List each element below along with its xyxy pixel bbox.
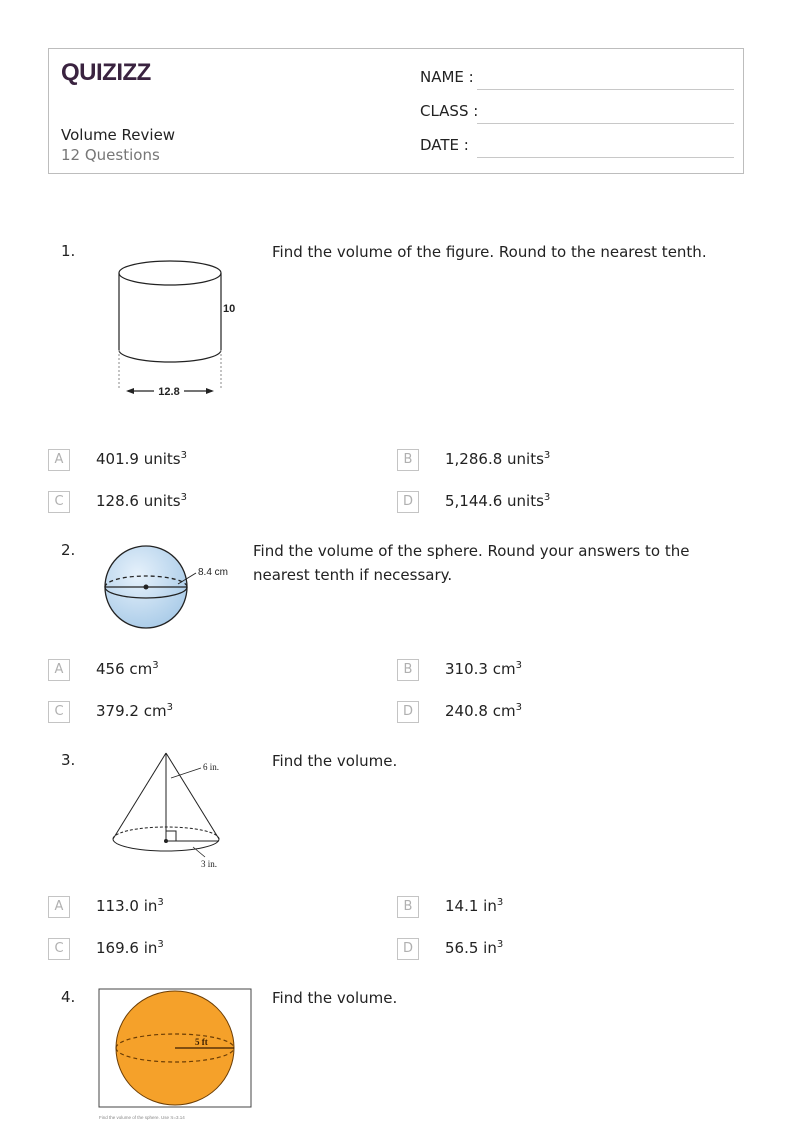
option-value: 1,286.8 units3 (445, 450, 551, 468)
option-letter: D (397, 701, 419, 723)
option-letter: B (397, 449, 419, 471)
worksheet-header: QUIZIZZ Volume Review 12 Questions NAME … (48, 48, 744, 174)
height-label: 10 (223, 303, 235, 315)
diameter-label: 12.8 (158, 386, 179, 398)
radius-label: 5 ft (195, 1037, 208, 1047)
option-value: 456 cm3 (96, 660, 159, 678)
figure-caption: Find the volume of the sphere. Use π=3.1… (99, 1115, 185, 1120)
cylinder-figure: 12.8 10 (118, 260, 235, 398)
name-label: NAME : (420, 68, 474, 86)
radius-label: 3 in. (201, 859, 217, 869)
option-letter: C (48, 938, 70, 960)
option-value: 169.6 in3 (96, 939, 164, 957)
class-label: CLASS : (420, 102, 479, 120)
name-field[interactable]: NAME : (420, 68, 734, 90)
date-label: DATE : (420, 136, 469, 154)
question-text: Find the volume. (272, 989, 398, 1007)
option-letter: D (397, 491, 419, 513)
option-letter: A (48, 896, 70, 918)
option-value: 56.5 in3 (445, 939, 504, 957)
question-number: 2. (61, 541, 76, 559)
option-value: 128.6 units3 (96, 492, 187, 510)
question-text: Find the volume. (272, 752, 398, 770)
date-line[interactable] (477, 157, 734, 158)
option-letter: C (48, 701, 70, 723)
option-letter: C (48, 491, 70, 513)
option-value: 113.0 in3 (96, 897, 164, 915)
class-field[interactable]: CLASS : (420, 102, 734, 124)
question-count: 12 Questions (61, 146, 160, 164)
option-value: 401.9 units3 (96, 450, 187, 468)
option-letter: B (397, 896, 419, 918)
orange-sphere-figure: 5 ft Find the volume of the sphere. Use … (98, 988, 252, 1120)
option-letter: A (48, 659, 70, 681)
option-value: 5,144.6 units3 (445, 492, 551, 510)
option-letter: A (48, 449, 70, 471)
cone-figure: 6 in. 3 in. (112, 752, 220, 869)
date-field[interactable]: DATE : (420, 136, 734, 158)
question-number: 1. (61, 242, 76, 260)
quizizz-logo: QUIZIZZ (61, 59, 151, 86)
name-line[interactable] (477, 89, 734, 90)
radius-label: 8.4 cm (198, 567, 228, 578)
option-letter: D (397, 938, 419, 960)
question-number: 3. (61, 751, 76, 769)
worksheet-title: Volume Review (61, 126, 176, 144)
option-letter: B (397, 659, 419, 681)
class-line[interactable] (477, 123, 734, 124)
option-value: 14.1 in3 (445, 897, 504, 915)
option-value: 310.3 cm3 (445, 660, 522, 678)
option-value: 240.8 cm3 (445, 702, 522, 720)
question-text: Find the volume of the figure. Round to … (272, 243, 707, 261)
option-value: 379.2 cm3 (96, 702, 173, 720)
question-number: 4. (61, 988, 76, 1006)
sphere-figure: 8.4 cm (104, 545, 228, 629)
question-text: Find the volume of the sphere. Round you… (253, 542, 690, 584)
height-label: 6 in. (203, 762, 219, 772)
